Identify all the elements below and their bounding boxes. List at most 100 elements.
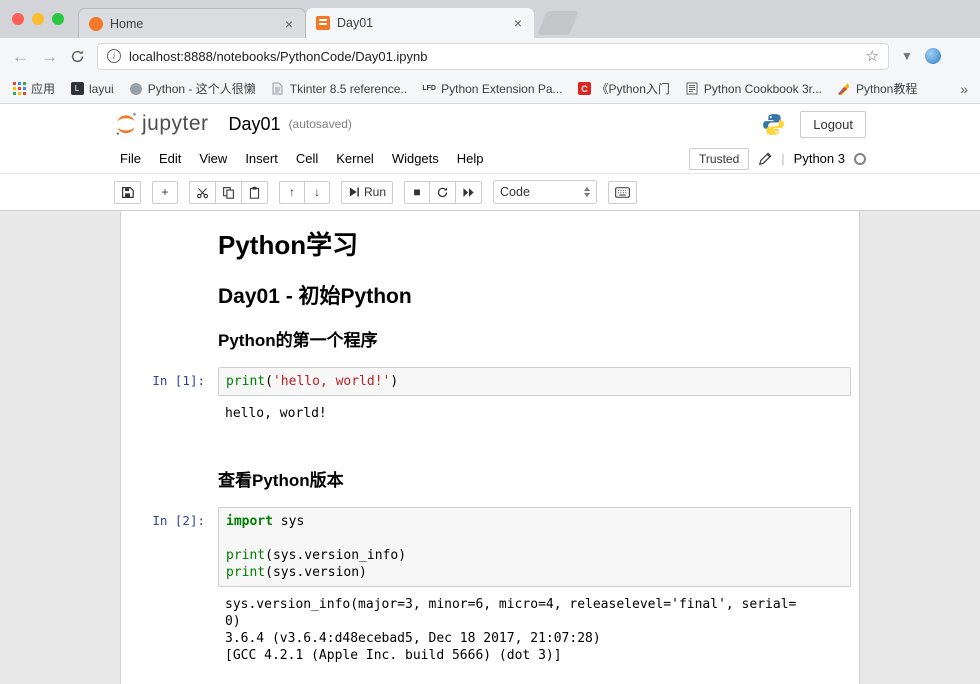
reload-icon[interactable] (70, 49, 85, 64)
command-palette-button[interactable] (608, 181, 637, 204)
menu-edit[interactable]: Edit (150, 151, 190, 166)
cut-cell-button[interactable] (189, 181, 216, 204)
window-minimize-button[interactable] (32, 13, 44, 25)
jupyter-favicon (89, 17, 103, 31)
page-icon (271, 82, 285, 96)
move-cell-up-button[interactable]: ↑ (279, 181, 305, 204)
forward-icon[interactable]: → (41, 48, 58, 65)
plus-icon: + (161, 186, 168, 198)
notebook-container: Python学习 Day01 - 初始Python Python的第一个程序 I… (120, 211, 860, 684)
interrupt-kernel-button[interactable]: ■ (404, 181, 430, 204)
output-prompt (121, 592, 218, 598)
jupyter-logo[interactable]: jupyter (114, 111, 209, 137)
code-input[interactable]: import sys print(sys.version_info)print(… (218, 507, 851, 587)
window-zoom-button[interactable] (52, 13, 64, 25)
menu-widgets[interactable]: Widgets (383, 151, 448, 166)
bookmark-python-cookbook[interactable]: Python Cookbook 3r... (685, 82, 822, 96)
logout-button[interactable]: Logout (800, 111, 866, 138)
move-cell-down-button[interactable]: ↓ (304, 181, 330, 204)
menu-help[interactable]: Help (448, 151, 493, 166)
markdown-cell-sub2[interactable]: 查看Python版本 (218, 466, 851, 491)
scissors-icon (196, 186, 209, 199)
code-cell-1[interactable]: In [1]: print('hello, world!') (121, 367, 859, 396)
menu-file[interactable]: File (114, 151, 150, 166)
bookmark-python-blog[interactable]: Python - 这个人很懒 (129, 80, 256, 97)
browser-tab-strip: Home × Day01 × (0, 0, 980, 38)
status-divider: | (781, 151, 784, 166)
bookmark-label: layui (89, 82, 114, 96)
tab-close-icon[interactable]: × (283, 17, 295, 31)
window-close-button[interactable] (12, 13, 24, 25)
markdown-cell-sub1[interactable]: Python的第一个程序 (218, 326, 851, 351)
code-input[interactable]: print('hello, world!') (218, 367, 851, 396)
markdown-cell-title[interactable]: Python学习 (218, 225, 851, 262)
arrow-down-icon: ↓ (314, 186, 320, 198)
bookmark-label: Python - 这个人很懒 (148, 80, 256, 97)
copy-cell-button[interactable] (215, 181, 242, 204)
bookmark-star-icon[interactable]: ☆ (866, 47, 879, 65)
page-info-icon[interactable]: i (107, 49, 121, 63)
tab-label: Day01 (337, 16, 505, 30)
bookmark-apps[interactable]: 应用 (12, 80, 55, 97)
tab-close-icon[interactable]: × (512, 16, 524, 30)
restart-icon (436, 186, 449, 199)
code-cell-2[interactable]: In [2]: import sys print(sys.version_inf… (121, 507, 859, 587)
output-text: sys.version_info(major=3, minor=6, micro… (218, 592, 851, 668)
add-cell-button[interactable]: + (152, 181, 178, 204)
markdown-cell-section[interactable]: Day01 - 初始Python (218, 280, 851, 310)
extension-globe-icon[interactable] (925, 48, 941, 64)
menu-insert[interactable]: Insert (236, 151, 287, 166)
extension-triangle-icon[interactable]: ▼ (901, 49, 913, 63)
address-bar[interactable]: i localhost:8888/notebooks/PythonCode/Da… (97, 43, 889, 70)
bookmark-label: 应用 (31, 80, 55, 97)
save-icon (121, 186, 134, 199)
cell-type-value: Code (500, 185, 530, 199)
output-text: hello, world! (218, 401, 851, 426)
kernel-name[interactable]: Python 3 (794, 151, 845, 166)
run-icon (348, 186, 360, 198)
save-button[interactable] (114, 181, 141, 204)
output-prompt (121, 401, 218, 407)
menu-cell[interactable]: Cell (287, 151, 327, 166)
run-cell-button[interactable]: Run (341, 181, 393, 204)
bookmark-python-intro[interactable]: C 《Python入门 (578, 80, 670, 97)
bookmark-layui[interactable]: L layui (70, 82, 114, 96)
bookmark-label: Python教程 (856, 80, 917, 97)
new-tab-button[interactable] (537, 11, 579, 35)
jupyter-menubar: File Edit View Insert Cell Kernel Widget… (0, 144, 980, 174)
autosave-status: (autosaved) (289, 117, 352, 131)
jupyter-wordmark: jupyter (142, 112, 209, 136)
output-area-2: sys.version_info(major=3, minor=6, micro… (121, 592, 859, 668)
run-label: Run (364, 185, 386, 199)
restart-kernel-button[interactable] (429, 181, 456, 204)
keyboard-icon (615, 187, 630, 198)
book-icon (685, 82, 699, 96)
bookmarks-overflow-icon[interactable]: » (960, 81, 968, 97)
heading-day01: Day01 - 初始Python (218, 280, 851, 310)
site-icon (129, 82, 143, 96)
cell-type-dropdown[interactable]: Code (493, 180, 597, 204)
browser-tab-home[interactable]: Home × (78, 8, 306, 38)
back-icon[interactable]: ← (12, 48, 29, 65)
heading-python-study: Python学习 (218, 225, 851, 262)
paste-cell-button[interactable] (241, 181, 268, 204)
arrow-up-icon: ↑ (289, 186, 295, 198)
menu-view[interactable]: View (190, 151, 236, 166)
restart-run-all-button[interactable] (455, 181, 482, 204)
browser-tab-day01[interactable]: Day01 × (306, 8, 534, 38)
notebook-title[interactable]: Day01 (229, 114, 281, 135)
jupyter-header: jupyter Day01 (autosaved) Logout (0, 104, 980, 144)
edit-mode-pencil-icon (758, 152, 772, 166)
tab-label: Home (110, 17, 276, 31)
bookmark-python-tutorial[interactable]: Python教程 (837, 80, 917, 97)
trusted-button[interactable]: Trusted (689, 148, 749, 170)
url-text[interactable]: localhost:8888/notebooks/PythonCode/Day0… (129, 49, 858, 64)
menu-kernel[interactable]: Kernel (327, 151, 383, 166)
notebook-scroll-area[interactable]: Python学习 Day01 - 初始Python Python的第一个程序 I… (0, 211, 980, 684)
jupyter-toolbar: + ↑ ↓ Run ■ (0, 174, 980, 211)
cell-spacer (121, 426, 859, 450)
kernel-idle-icon (854, 153, 866, 165)
input-prompt: In [1]: (121, 367, 218, 388)
bookmark-tkinter-reference[interactable]: Tkinter 8.5 reference.. (271, 82, 407, 96)
bookmark-python-extension[interactable]: LFD Python Extension Pa... (422, 82, 562, 96)
